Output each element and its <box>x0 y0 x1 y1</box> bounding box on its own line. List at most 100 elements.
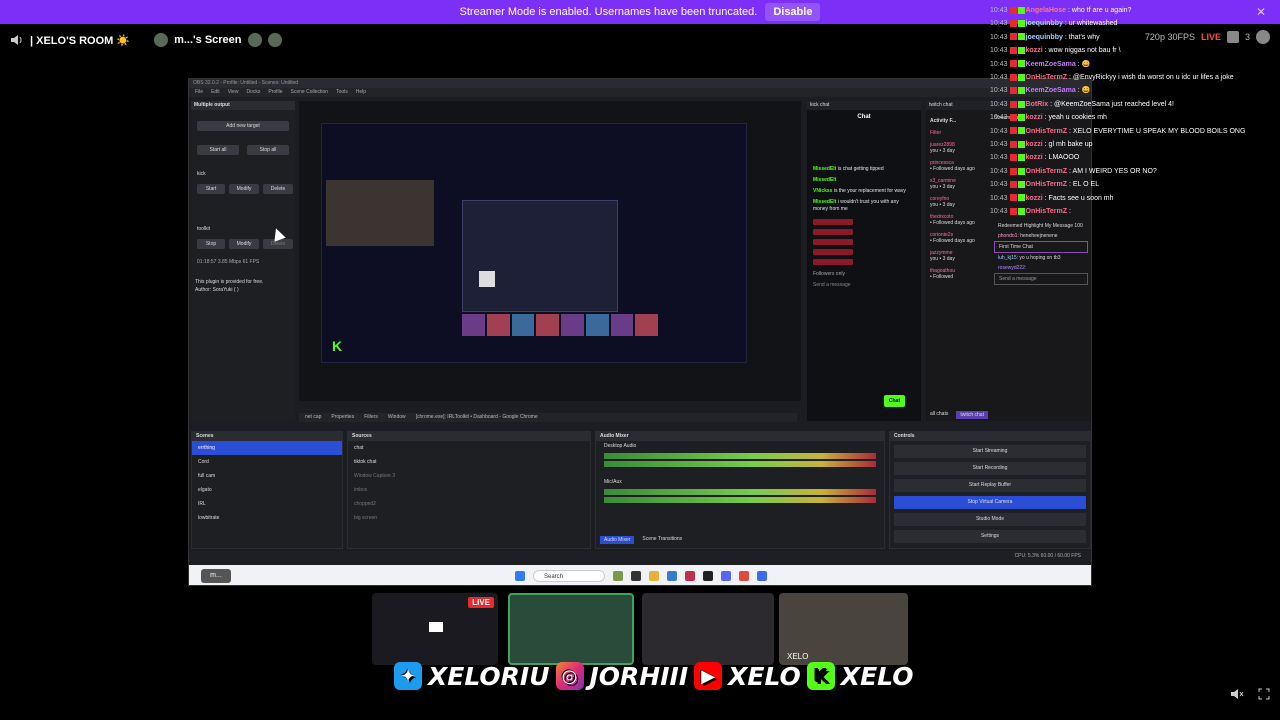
participant-tile[interactable] <box>508 593 634 665</box>
delete-button[interactable]: Delete <box>263 239 293 249</box>
app-icon[interactable] <box>685 571 695 581</box>
screen-share-label[interactable]: m...'s Screen <box>174 34 241 46</box>
menu-help[interactable]: Help <box>356 88 366 97</box>
menu-tools[interactable]: Tools <box>336 88 348 97</box>
windows-start-icon[interactable] <box>515 571 525 581</box>
message-author[interactable]: kozzi <box>1026 154 1043 161</box>
start-button[interactable]: Start <box>197 184 225 194</box>
message-author[interactable]: OnHisTermZ <box>1026 168 1068 175</box>
taskbar-preview-thumb[interactable]: m... <box>201 569 231 583</box>
message-author[interactable]: KeemZoeSama <box>1026 87 1076 94</box>
message-author[interactable]: kozzi <box>1026 47 1043 54</box>
menu-edit[interactable]: Edit <box>211 88 220 97</box>
settings-button[interactable]: Settings <box>894 530 1086 543</box>
stop-virtual-camera-button[interactable]: Stop Virtual Camera <box>894 496 1086 509</box>
start-recording-button[interactable]: Start Recording <box>894 462 1086 475</box>
message-author[interactable]: OnHisTermZ <box>1026 128 1068 135</box>
message-author[interactable]: kozzi <box>1026 114 1043 121</box>
scene-item[interactable]: Cord <box>192 455 342 469</box>
scene-item[interactable]: IRL <box>192 497 342 511</box>
badge-icon <box>1009 33 1017 41</box>
start-streaming-button[interactable]: Start Streaming <box>894 445 1086 458</box>
message-time: 10:43 <box>990 141 1008 149</box>
filter-button[interactable]: Filter <box>926 127 988 139</box>
message-author[interactable]: KeemZoeSama <box>1026 61 1076 68</box>
message-author[interactable]: OnHisTermZ <box>1026 181 1068 188</box>
message-author[interactable]: AngelaHose <box>1026 7 1066 14</box>
scene-item[interactable]: lowbitrate <box>192 511 342 525</box>
mute-icon[interactable] <box>1230 688 1244 700</box>
properties-button[interactable]: Properties <box>331 413 354 422</box>
app-icon[interactable] <box>757 571 767 581</box>
scene-item[interactable]: errthing <box>192 441 342 455</box>
studio-mode-button[interactable]: Studio Mode <box>894 513 1086 526</box>
live-badge: LIVE <box>468 597 494 608</box>
message-time: 10:43 <box>990 208 1008 216</box>
modify-button[interactable]: Modify <box>229 239 259 249</box>
discord-icon[interactable] <box>721 571 731 581</box>
fullscreen-icon[interactable] <box>1258 688 1270 700</box>
message-author[interactable]: OnHisTermZ <box>1026 208 1068 215</box>
participant-tile[interactable]: LIVE <box>372 593 498 665</box>
source-item[interactable]: tiktok chat <box>348 455 590 469</box>
obs-preview[interactable]: K <box>299 101 801 401</box>
source-item[interactable]: Window Capture 3 <box>348 469 590 483</box>
tab-scene-transitions[interactable]: Scene Transitions <box>642 536 682 544</box>
tab-all-chats[interactable]: all chats <box>930 411 948 419</box>
message-author[interactable]: BotRix <box>1026 101 1049 108</box>
tab-twitch-chat[interactable]: twitch chat <box>956 411 988 419</box>
scene-item[interactable]: full cam <box>192 469 342 483</box>
obs-title: OBS 32.0.2 - Profile: Untitled - Scenes:… <box>189 79 1091 88</box>
window-select[interactable]: [chrome.exe]: IRLToolkit • Dashboard - G… <box>416 413 538 422</box>
stop-all-button[interactable]: Stop all <box>247 145 289 155</box>
chat-message: 10:43 KeemZoeSama: 😄 <box>990 58 1280 71</box>
chat-message: MissedElt is chat getting tipped <box>813 166 884 172</box>
source-item[interactable]: chat <box>348 441 590 455</box>
taskbar-search[interactable]: Search <box>533 570 605 582</box>
badge-icon <box>1009 60 1017 68</box>
scenes-dock: Scenes errthing Cord full cam elgato IRL… <box>191 431 343 549</box>
widget-icon[interactable] <box>613 571 623 581</box>
disable-streamer-mode-button[interactable]: Disable <box>765 3 821 21</box>
message-author[interactable]: joequinbby <box>1026 34 1063 41</box>
menu-file[interactable]: File <box>195 88 203 97</box>
source-item[interactable]: imbox <box>348 483 590 497</box>
menu-docks[interactable]: Docks <box>246 88 260 97</box>
menu-profile[interactable]: Profile <box>268 88 282 97</box>
scene-item[interactable]: elgato <box>192 483 342 497</box>
volume-slider[interactable] <box>604 461 876 467</box>
add-target-button[interactable]: Add new target <box>197 121 289 131</box>
send-message-input[interactable]: Send a message <box>807 280 867 291</box>
chrome-icon[interactable] <box>739 571 749 581</box>
kick-badge-icon <box>1017 6 1025 14</box>
message-author[interactable]: kozzi <box>1026 195 1043 202</box>
message-author[interactable]: joequinbby <box>1026 20 1063 27</box>
message-author[interactable]: kozzi <box>1026 141 1043 148</box>
menu-view[interactable]: View <box>228 88 239 97</box>
channel-name[interactable]: | XELO'S ROOM ☀️ <box>30 34 130 47</box>
participant-tile[interactable] <box>642 593 774 665</box>
modify-button[interactable]: Modify <box>229 184 259 194</box>
obs-icon[interactable] <box>703 571 713 581</box>
tab-audio-mixer[interactable]: Audio Mixer <box>600 536 635 544</box>
delete-button[interactable]: Delete <box>263 184 293 194</box>
game-tiles <box>462 314 658 336</box>
instagram-handle: JORHIII <box>589 661 689 691</box>
start-all-button[interactable]: Start all <box>197 145 239 155</box>
message-author[interactable]: OnHisTermZ <box>1026 74 1068 81</box>
task-view-icon[interactable] <box>631 571 641 581</box>
app-icon[interactable] <box>667 571 677 581</box>
chat-message: MissedElt <box>813 177 837 183</box>
twitter-icon: ✦ <box>394 662 422 690</box>
chat-send-button[interactable]: Chat <box>883 395 905 407</box>
source-item[interactable]: chopped2 <box>348 497 590 511</box>
volume-slider[interactable] <box>604 497 876 503</box>
filters-button[interactable]: Filters <box>364 413 378 422</box>
source-item[interactable]: big screen <box>348 511 590 525</box>
file-explorer-icon[interactable] <box>649 571 659 581</box>
menu-scene-collection[interactable]: Scene Collection <box>291 88 329 97</box>
start-replay-buffer-button[interactable]: Start Replay Buffer <box>894 479 1086 492</box>
participant-tile[interactable]: XELO <box>779 593 908 665</box>
send-message-input[interactable]: Send a message <box>994 273 1088 285</box>
stop-button[interactable]: Stop <box>197 239 225 249</box>
